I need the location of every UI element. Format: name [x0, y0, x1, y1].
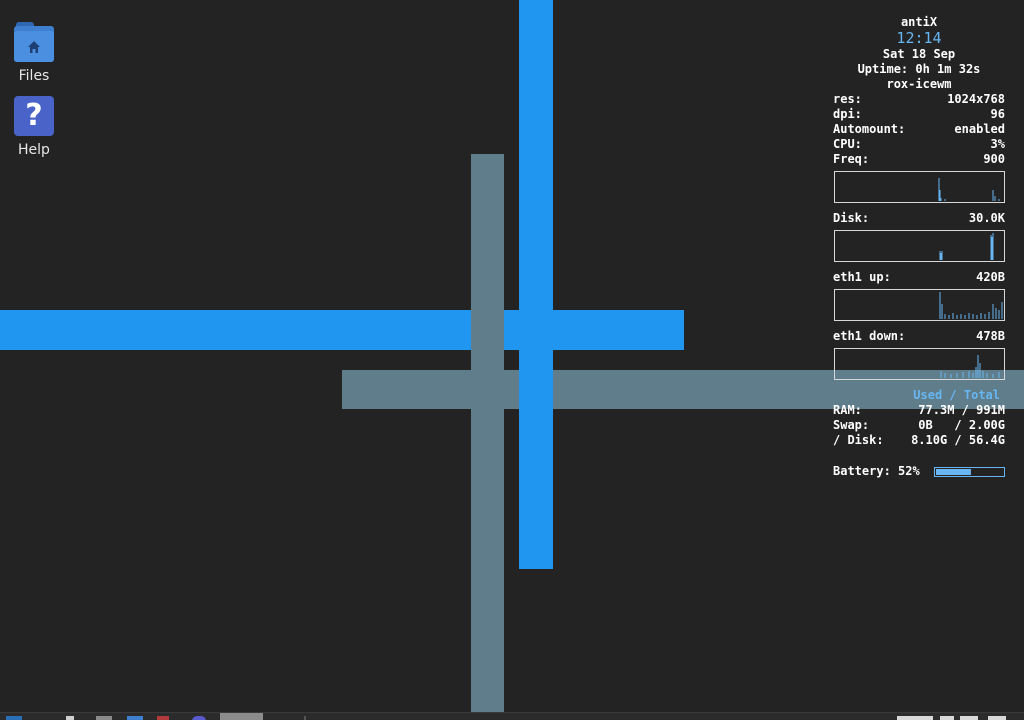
os-name: antiX	[900, 15, 938, 29]
stat-value: 3%	[990, 137, 1005, 151]
battery-label: Battery: 52%	[833, 464, 920, 478]
tray-icon[interactable]	[960, 716, 978, 720]
stat-value: 96	[990, 107, 1005, 121]
help-icon: ?	[14, 96, 54, 136]
stat-label: / Disk:	[833, 433, 884, 447]
tray-icon[interactable]	[897, 716, 933, 720]
clock-time: 12:14	[896, 29, 942, 47]
stat-row-eth-up: eth1 up: 420B	[833, 270, 1005, 285]
tray-icon[interactable]	[940, 716, 954, 720]
desktop-icon-help[interactable]: ? Help	[0, 96, 68, 158]
stat-label: Swap:	[833, 418, 870, 432]
taskbar[interactable]	[0, 712, 1024, 720]
stat-value: 1024x768	[947, 92, 1005, 106]
battery-level-bar	[934, 466, 1005, 477]
stat-row-freq: Freq: 900	[833, 152, 1005, 167]
stat-label: RAM:	[833, 403, 862, 417]
stat-label: res:	[833, 92, 862, 106]
taskbar-separator	[304, 716, 306, 720]
stat-row-eth-down: eth1 down: 478B	[833, 329, 1005, 344]
wallpaper-bar-vertical-slate	[471, 154, 504, 714]
stat-value: 8.10G / 56.4G	[911, 433, 1005, 447]
start-menu-icon[interactable]	[6, 716, 22, 720]
battery-status: Battery: 52%	[833, 464, 1005, 479]
desktop: Files ? Help antiX 12:14 Sat 18 Sep Upti…	[0, 0, 1024, 720]
launcher-files-icon[interactable]	[96, 716, 112, 720]
eth-up-graph	[834, 289, 1005, 321]
memory-header: Used / Total	[913, 388, 1000, 402]
stat-value: 420B	[976, 270, 1005, 284]
stat-row-res: res: 1024x768	[833, 92, 1005, 107]
launcher-web-icon[interactable]	[192, 716, 206, 720]
stat-value: 77.3M / 991M	[918, 403, 1005, 417]
stat-row-dpi: dpi: 96	[833, 107, 1005, 122]
stat-value: 0B / 2.00G	[918, 418, 1005, 432]
stat-value: 900	[983, 152, 1005, 166]
launcher-browser-icon[interactable]	[157, 716, 169, 720]
stat-label: eth1 down:	[833, 329, 906, 343]
desktop-icon-files[interactable]: Files	[0, 22, 68, 84]
stat-row-ram: RAM: 77.3M / 991M	[833, 403, 1005, 418]
stat-row-disk: Disk: 30.0K	[833, 211, 1005, 226]
stat-label: dpi:	[833, 107, 862, 121]
disk-graph	[834, 230, 1005, 262]
stat-row-swap: Swap: 0B / 2.00G	[833, 418, 1005, 433]
battery-level-fill	[936, 468, 971, 475]
stat-row-cpu: CPU: 3%	[833, 137, 1005, 152]
stat-label: Disk:	[833, 211, 870, 225]
eth-down-graph	[834, 348, 1005, 380]
launcher-editor-icon[interactable]	[127, 716, 143, 720]
conky-system-monitor: antiX 12:14 Sat 18 Sep Uptime: 0h 1m 32s…	[833, 15, 1005, 479]
stat-label: eth1 up:	[833, 270, 891, 284]
tray-icon[interactable]	[988, 716, 1006, 720]
desktop-icon-label: Help	[18, 142, 50, 158]
session-name: rox-icewm	[886, 77, 952, 91]
desktop-icon-label: Files	[18, 68, 50, 84]
stat-label: Automount:	[833, 122, 906, 136]
stat-value: enabled	[954, 122, 1005, 136]
wallpaper-bar-vertical-blue	[519, 0, 553, 569]
stat-label: Freq:	[833, 152, 870, 166]
wallpaper-bar-horizontal-blue	[0, 310, 684, 350]
folder-home-icon	[14, 22, 54, 62]
cpu-graph	[834, 171, 1005, 203]
stat-label: CPU:	[833, 137, 862, 151]
uptime: Uptime: 0h 1m 32s	[857, 62, 981, 76]
date: Sat 18 Sep	[882, 47, 956, 61]
workspace-button[interactable]	[220, 713, 263, 720]
stat-row-root-disk: / Disk: 8.10G / 56.4G	[833, 433, 1005, 448]
stat-value: 30.0K	[968, 211, 1005, 225]
launcher-terminal-icon[interactable]	[66, 716, 74, 720]
stat-value: 478B	[976, 329, 1005, 343]
stat-row-automount: Automount: enabled	[833, 122, 1005, 137]
